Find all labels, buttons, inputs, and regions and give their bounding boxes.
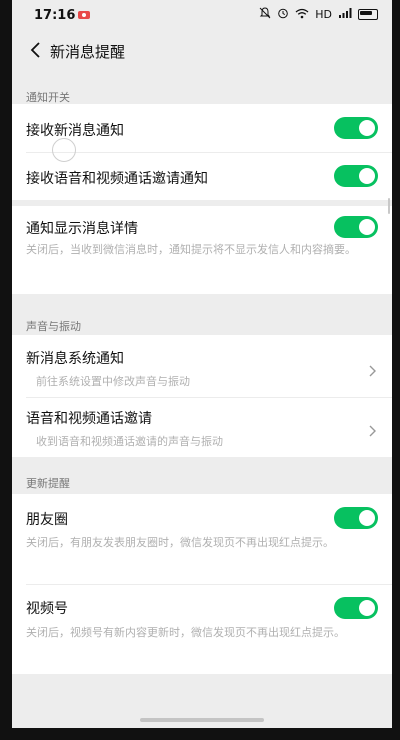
- home-indicator[interactable]: [140, 718, 264, 722]
- setting-row-call-invite[interactable]: 语音和视频通话邀请 收到语音和视频通话邀请的声音与振动: [12, 397, 392, 457]
- update-card: 朋友圈 关闭后，有朋友发表朋友圈时，微信发现页不再出现红点提示。 视频号 关闭后…: [12, 494, 392, 674]
- sound-card: 新消息系统通知 前往系统设置中修改声音与振动 语音和视频通话邀请 收到语音和视频…: [12, 335, 392, 457]
- setting-description: 关闭后，当收到微信消息时，通知提示将不显示发信人和内容摘要。: [26, 243, 356, 256]
- screen-record-icon: [78, 11, 90, 19]
- detail-card: 通知显示消息详情 关闭后，当收到微信消息时，通知提示将不显示发信人和内容摘要。: [12, 206, 392, 294]
- section-label-notify: 通知开关: [26, 91, 70, 104]
- setting-row-channels[interactable]: 视频号 关闭后，视频号有新内容更新时，微信发现页不再出现红点提示。: [12, 584, 392, 674]
- setting-label: 语音和视频通话邀请: [26, 411, 152, 427]
- battery-icon: [358, 9, 378, 20]
- nav-bar: 新消息提醒: [12, 30, 392, 74]
- chevron-right-icon: [366, 362, 378, 377]
- chevron-right-icon: [366, 422, 378, 437]
- setting-label: 接收新消息通知: [26, 123, 124, 139]
- setting-label: 新消息系统通知: [26, 351, 124, 367]
- setting-description: 关闭后，有朋友发表朋友圈时，微信发现页不再出现红点提示。: [26, 536, 334, 549]
- setting-row-moments[interactable]: 朋友圈 关闭后，有朋友发表朋友圈时，微信发现页不再出现红点提示。: [12, 494, 392, 584]
- status-time: 17:16: [34, 8, 76, 23]
- touch-indicator: [52, 138, 76, 162]
- av-call-toggle[interactable]: [334, 165, 378, 187]
- status-bar: 17:16 HD: [12, 0, 392, 30]
- setting-description: 关闭后，视频号有新内容更新时，微信发现页不再出现红点提示。: [26, 626, 345, 639]
- scroll-indicator: [388, 198, 390, 214]
- phone-screen: 17:16 HD 新消息提醒 通知开关 接收新消息通知 接收语音和视频通话邀请通…: [12, 0, 392, 728]
- page-title: 新消息提醒: [50, 43, 126, 61]
- moments-toggle[interactable]: [334, 507, 378, 529]
- new-msg-toggle[interactable]: [334, 117, 378, 139]
- detail-toggle[interactable]: [334, 216, 378, 238]
- setting-description: 收到语音和视频通话邀请的声音与振动: [36, 435, 223, 448]
- setting-row-system-notify[interactable]: 新消息系统通知 前往系统设置中修改声音与振动: [12, 335, 392, 397]
- section-label-update: 更新提醒: [26, 477, 70, 490]
- setting-row-detail[interactable]: 通知显示消息详情 关闭后，当收到微信消息时，通知提示将不显示发信人和内容摘要。: [12, 206, 392, 294]
- network-label: HD: [315, 8, 332, 21]
- channels-toggle[interactable]: [334, 597, 378, 619]
- setting-label: 朋友圈: [26, 512, 68, 528]
- signal-icon: [338, 8, 352, 21]
- setting-label: 接收语音和视频通话邀请通知: [26, 171, 208, 187]
- mute-icon: [259, 7, 271, 22]
- status-icons: HD: [259, 7, 378, 22]
- setting-description: 前往系统设置中修改声音与振动: [36, 375, 190, 388]
- wifi-icon: [295, 8, 309, 22]
- alarm-icon: [277, 7, 289, 22]
- setting-label: 视频号: [26, 601, 68, 617]
- back-arrow-icon[interactable]: [24, 38, 48, 62]
- setting-label: 通知显示消息详情: [26, 221, 138, 237]
- section-label-sound: 声音与振动: [26, 320, 81, 333]
